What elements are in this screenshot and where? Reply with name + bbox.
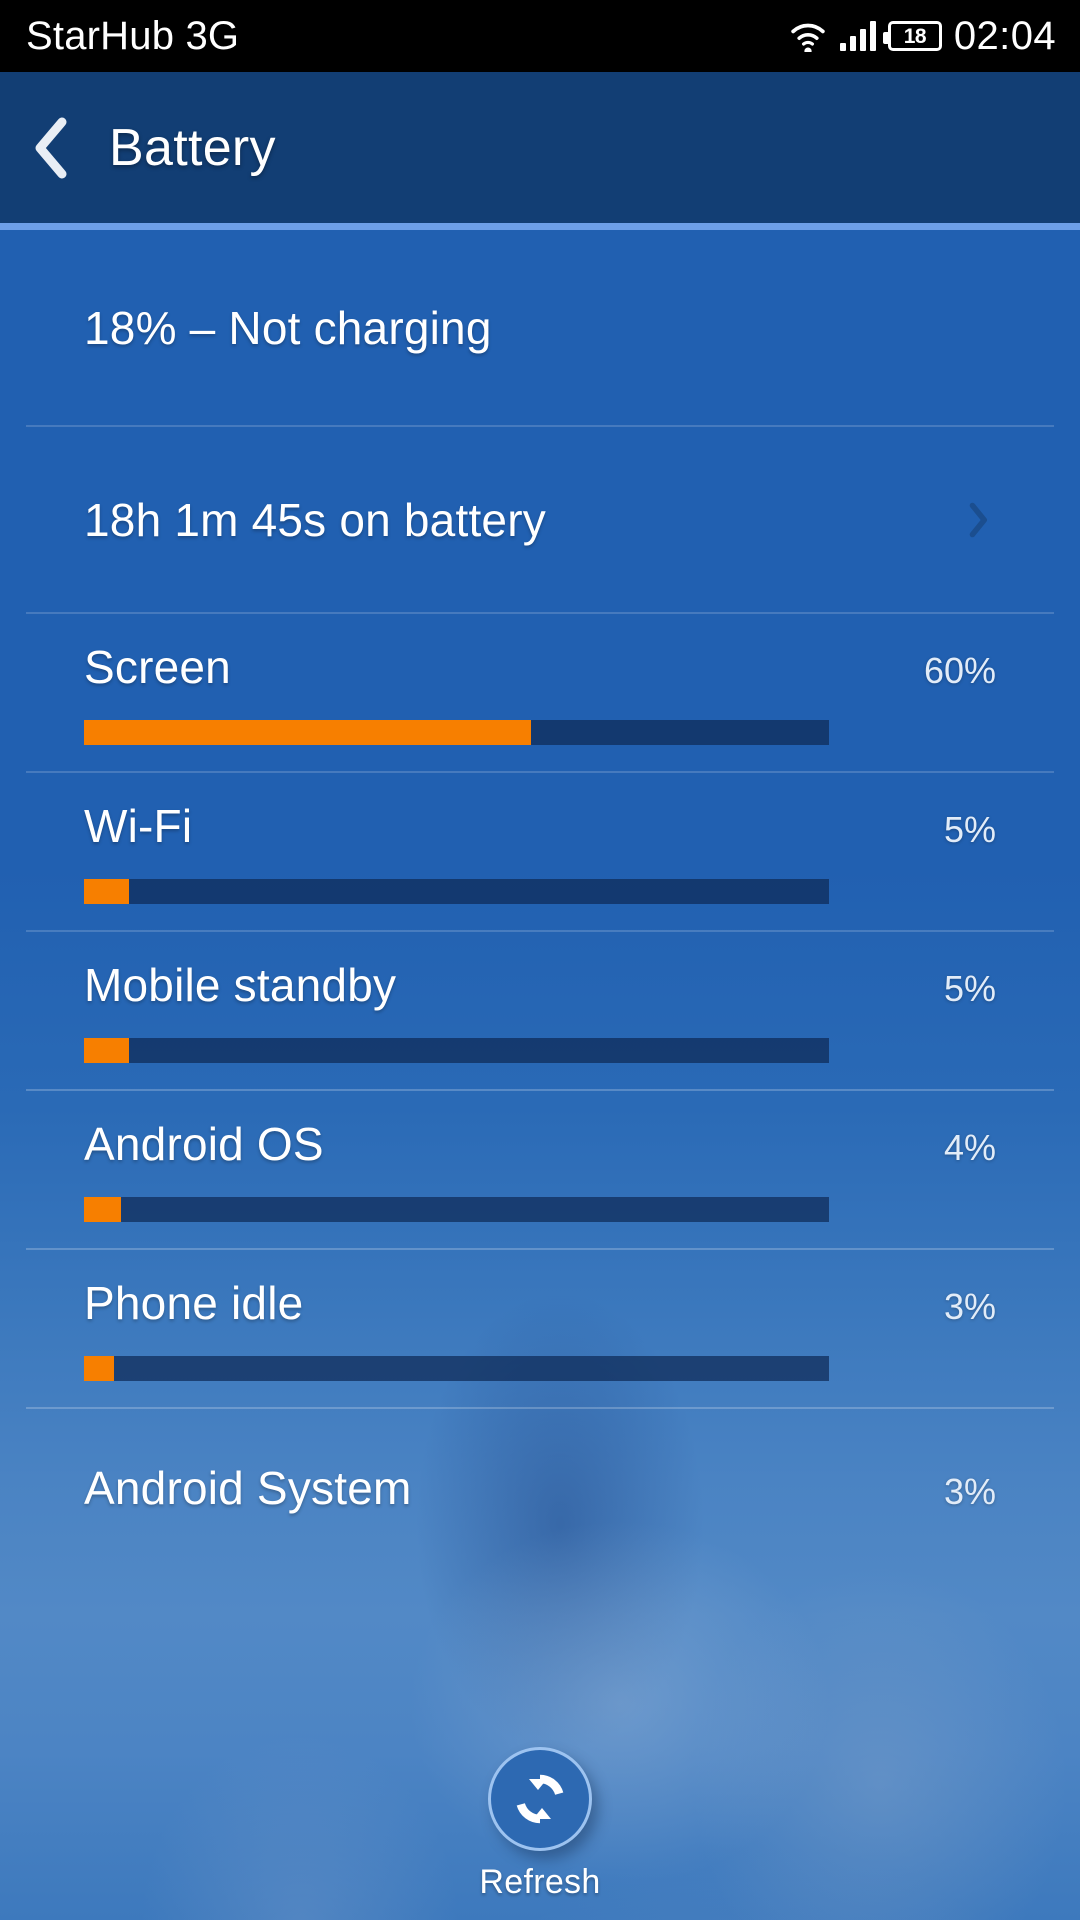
signal-icon xyxy=(839,21,876,51)
clock-label: 02:04 xyxy=(953,13,1056,58)
page-title: Battery xyxy=(109,118,276,177)
usage-row-android-system[interactable]: Android System 3% xyxy=(0,1409,1080,1566)
usage-row-header: Android System 3% xyxy=(84,1461,996,1515)
battery-history-label: 18h 1m 45s on battery xyxy=(84,493,546,546)
refresh-label: Refresh xyxy=(479,1863,601,1901)
battery-icon: 18 xyxy=(882,21,942,51)
header-accent-line xyxy=(0,223,1080,230)
usage-row-header: Screen 60% xyxy=(84,640,996,694)
usage-row-screen[interactable]: Screen 60% xyxy=(0,614,1080,771)
usage-app-name: Wi-Fi xyxy=(84,800,193,852)
status-bar-icons: 18 02:04 xyxy=(788,14,1056,59)
usage-row-mobile-standby[interactable]: Mobile standby 5% xyxy=(0,932,1080,1089)
usage-percent-label: 5% xyxy=(943,968,996,1009)
carrier-label: StarHub 3G xyxy=(26,13,240,58)
app-header: Battery xyxy=(0,72,1080,223)
battery-status-label: 18% – Not charging xyxy=(84,301,492,354)
usage-percent-label: 3% xyxy=(943,1286,996,1327)
usage-row-header: Wi-Fi 5% xyxy=(84,799,996,853)
battery-settings-screen: StarHub 3G 18 02:04 Battery 18% – Not ch… xyxy=(0,0,1080,1920)
battery-level-label: 18 xyxy=(903,24,927,48)
usage-bar-fill xyxy=(84,1197,122,1222)
usage-bar-fill xyxy=(84,720,531,745)
chevron-right-icon xyxy=(969,502,987,537)
usage-row-wifi[interactable]: Wi-Fi 5% xyxy=(0,773,1080,930)
usage-row-header: Android OS 4% xyxy=(84,1117,996,1171)
refresh-icon xyxy=(516,1774,564,1824)
usage-row-android-os[interactable]: Android OS 4% xyxy=(0,1091,1080,1248)
status-bar: StarHub 3G 18 02:04 xyxy=(0,0,1080,72)
usage-percent-label: 60% xyxy=(923,650,996,691)
usage-row-header: Phone idle 3% xyxy=(84,1276,996,1330)
refresh-action: Refresh xyxy=(0,1747,1080,1902)
usage-percent-label: 3% xyxy=(943,1470,996,1512)
usage-row-phone-idle[interactable]: Phone idle 3% xyxy=(0,1250,1080,1407)
usage-bar-track xyxy=(84,879,829,904)
usage-app-name: Phone idle xyxy=(84,1277,304,1329)
battery-usage-list: 18% – Not charging 18h 1m 45s on battery… xyxy=(0,230,1080,1566)
back-button[interactable] xyxy=(0,72,104,223)
chevron-left-icon xyxy=(35,117,67,178)
usage-percent-label: 4% xyxy=(943,1127,996,1168)
usage-bar-fill xyxy=(84,1038,129,1063)
usage-row-header: Mobile standby 5% xyxy=(84,958,996,1012)
usage-app-name: Mobile standby xyxy=(84,959,397,1011)
usage-app-name: Screen xyxy=(84,641,231,693)
battery-history-row[interactable]: 18h 1m 45s on battery xyxy=(0,427,1080,612)
usage-bar-track xyxy=(84,1038,829,1063)
wifi-icon xyxy=(791,23,825,52)
usage-app-name: Android System xyxy=(84,1461,412,1514)
usage-percent-label: 5% xyxy=(943,809,996,850)
refresh-button[interactable] xyxy=(488,1747,592,1851)
battery-status-row: 18% – Not charging xyxy=(0,230,1080,425)
usage-bar-track xyxy=(84,1356,829,1381)
usage-bar-track xyxy=(84,1197,829,1222)
usage-bar-fill xyxy=(84,1356,114,1381)
usage-bar-fill xyxy=(84,879,129,904)
usage-app-name: Android OS xyxy=(84,1118,324,1170)
usage-bar-track xyxy=(84,720,829,745)
